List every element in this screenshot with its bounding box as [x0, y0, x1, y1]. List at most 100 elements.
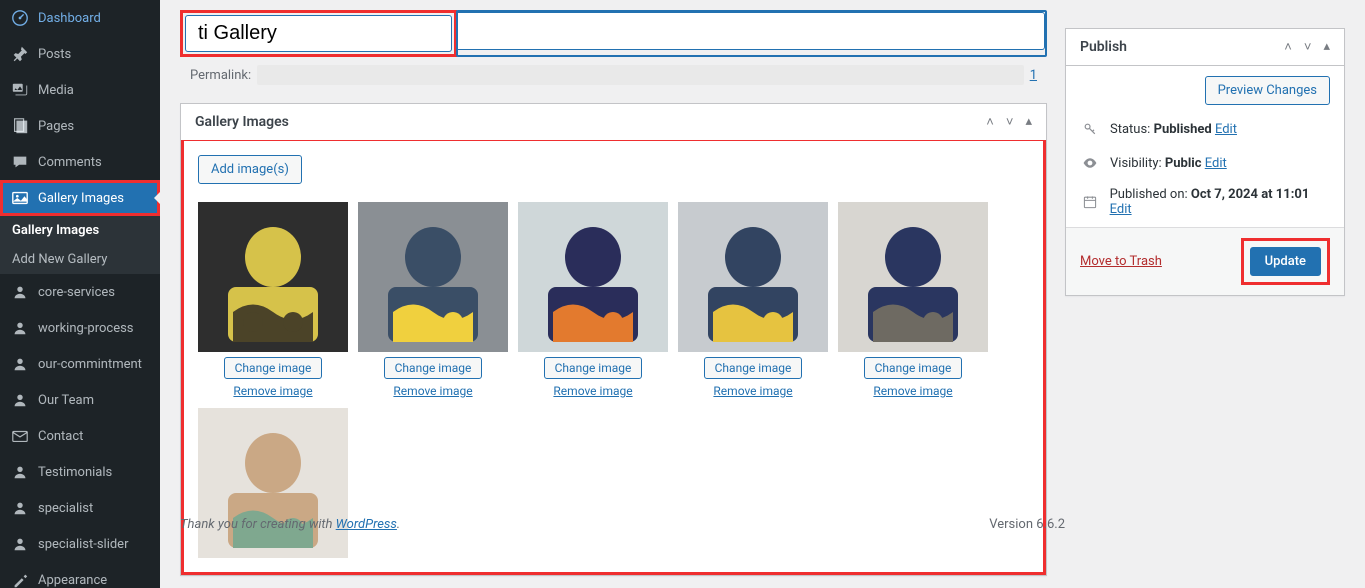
user-icon — [10, 354, 30, 374]
nav-specialist[interactable]: specialist — [0, 490, 160, 526]
calendar-icon — [1080, 192, 1100, 212]
user-icon — [10, 462, 30, 482]
user-icon — [10, 534, 30, 554]
key-icon — [1080, 119, 1100, 139]
update-highlight: Update — [1241, 238, 1330, 285]
gallery-thumbnail[interactable] — [838, 202, 988, 352]
pubdate-value: Oct 7, 2024 at 11:01 — [1191, 187, 1309, 202]
nav-pages[interactable]: Pages — [0, 108, 160, 144]
gallery-thumbnail[interactable] — [358, 202, 508, 352]
gallery-image-card — [198, 408, 348, 558]
nav-label: Dashboard — [38, 11, 101, 26]
edit-date-link[interactable]: Edit — [1110, 202, 1132, 217]
nav-posts[interactable]: Posts — [0, 36, 160, 72]
mail-icon — [10, 426, 30, 446]
nav-dashboard[interactable]: Dashboard — [0, 0, 160, 36]
nav-label: Testimonials — [38, 465, 112, 480]
collapse-icon[interactable]: ▴ — [1323, 39, 1330, 55]
gallery-image-card: Change image Remove image — [198, 202, 348, 398]
chevron-down-icon[interactable]: ˅ — [1304, 39, 1312, 55]
remove-image-link[interactable]: Remove image — [713, 384, 792, 398]
appearance-icon — [10, 570, 30, 588]
chevron-up-icon[interactable]: ˄ — [1284, 39, 1292, 55]
gallery-thumbnail[interactable] — [198, 408, 348, 558]
pin-icon — [10, 44, 30, 64]
dashboard-icon — [10, 8, 30, 28]
subnav-add-new-gallery[interactable]: Add New Gallery — [0, 245, 160, 274]
nav-comments[interactable]: Comments — [0, 144, 160, 180]
change-image-button[interactable]: Change image — [704, 357, 803, 379]
nav-specialist-slider[interactable]: specialist-slider — [0, 526, 160, 562]
nav-label: our-commintment — [38, 357, 142, 372]
nav-appearance[interactable]: Appearance — [0, 562, 160, 588]
visibility-value: Public — [1165, 156, 1202, 171]
permalink-id-link[interactable]: 1 — [1030, 68, 1037, 83]
permalink-label: Permalink: — [190, 68, 251, 83]
update-button[interactable]: Update — [1250, 247, 1321, 276]
publish-title: Publish — [1080, 39, 1127, 55]
gallery-box-title: Gallery Images — [195, 114, 289, 130]
nav-label: Appearance — [38, 573, 107, 588]
gallery-thumbnail[interactable] — [198, 202, 348, 352]
panel-controls: ˄ ˅ ▴ — [1284, 39, 1330, 55]
gallery-image-card: Change image Remove image — [358, 202, 508, 398]
nav-gallery-images[interactable]: Gallery Images — [0, 180, 160, 216]
change-image-button[interactable]: Change image — [384, 357, 483, 379]
gallery-thumbnail[interactable] — [518, 202, 668, 352]
nav-label: specialist-slider — [38, 537, 128, 552]
eye-icon — [1080, 153, 1100, 173]
permalink-url — [257, 65, 1024, 85]
footer-thanks: Thank you for creating with — [180, 517, 336, 532]
title-highlight — [180, 10, 457, 57]
user-icon — [10, 498, 30, 518]
wordpress-link[interactable]: WordPress — [336, 517, 397, 532]
admin-sidebar: DashboardPostsMediaPagesCommentsGallery … — [0, 0, 160, 588]
change-image-button[interactable]: Change image — [544, 357, 643, 379]
wp-footer: Thank you for creating with WordPress. V… — [180, 517, 1065, 532]
gallery-image-card: Change image Remove image — [838, 202, 988, 398]
images-grid: Change image Remove image Change image Remo… — [198, 202, 1029, 558]
post-title-input[interactable] — [185, 15, 452, 52]
page-icon — [10, 116, 30, 136]
remove-image-link[interactable]: Remove image — [233, 384, 312, 398]
remove-image-link[interactable]: Remove image — [553, 384, 632, 398]
nav-label: Media — [38, 83, 74, 98]
change-image-button[interactable]: Change image — [224, 357, 323, 379]
gallery-images-box: Gallery Images ˄ ˅ ▴ Add image(s) Change… — [180, 103, 1047, 576]
change-image-button[interactable]: Change image — [864, 357, 963, 379]
gallery-image-card: Change image Remove image — [678, 202, 828, 398]
user-icon — [10, 318, 30, 338]
nav-working-process[interactable]: working-process — [0, 310, 160, 346]
edit-visibility-link[interactable]: Edit — [1205, 156, 1227, 171]
user-icon — [10, 282, 30, 302]
remove-image-link[interactable]: Remove image — [393, 384, 472, 398]
remove-image-link[interactable]: Remove image — [873, 384, 952, 398]
publish-box: Publish ˄ ˅ ▴ Preview Changes Status: Pu… — [1065, 28, 1345, 296]
pubdate-label: Published on: — [1110, 187, 1188, 202]
nav-our-commintment[interactable]: our-commintment — [0, 346, 160, 382]
nav-our-team[interactable]: Our Team — [0, 382, 160, 418]
chevron-up-icon[interactable]: ˄ — [986, 114, 994, 130]
nav-media[interactable]: Media — [0, 72, 160, 108]
main-content: Permalink: 1 Gallery Images ˄ ˅ ▴ A — [160, 0, 1365, 588]
gallery-body-highlight: Add image(s) Change imageRemove imageCha… — [181, 141, 1046, 575]
gallery-icon — [10, 188, 30, 208]
nav-label: working-process — [38, 321, 134, 336]
edit-status-link[interactable]: Edit — [1215, 122, 1237, 137]
move-to-trash-link[interactable]: Move to Trash — [1080, 254, 1162, 269]
nav-contact[interactable]: Contact — [0, 418, 160, 454]
visibility-label: Visibility: — [1110, 156, 1162, 171]
subnav-gallery-images[interactable]: Gallery Images — [0, 216, 160, 245]
nav-core-services[interactable]: core-services — [0, 274, 160, 310]
nav-label: Pages — [38, 119, 74, 134]
preview-changes-button[interactable]: Preview Changes — [1205, 76, 1330, 105]
nav-label: core-services — [38, 285, 115, 300]
nav-testimonials[interactable]: Testimonials — [0, 454, 160, 490]
gallery-thumbnail[interactable] — [678, 202, 828, 352]
add-images-button[interactable]: Add image(s) — [198, 155, 302, 184]
panel-controls: ˄ ˅ ▴ — [986, 114, 1032, 130]
permalink-row: Permalink: 1 — [180, 65, 1047, 85]
chevron-down-icon[interactable]: ˅ — [1006, 114, 1014, 130]
wp-version: Version 6.6.2 — [989, 517, 1065, 532]
collapse-icon[interactable]: ▴ — [1025, 114, 1032, 130]
